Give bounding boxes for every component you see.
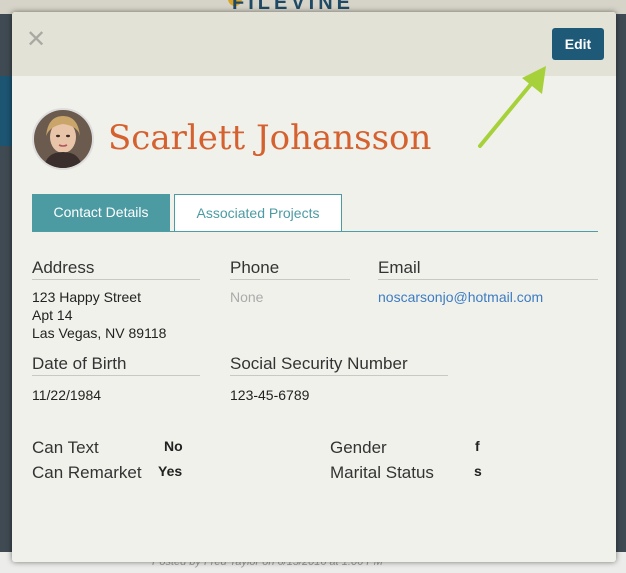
phone-value: None: [230, 289, 264, 305]
contact-modal: ✕ Edit Scarlett Johansson Contact Detail…: [12, 12, 616, 562]
tab-contact-details[interactable]: Contact Details: [32, 194, 170, 231]
email-link[interactable]: noscarsonjo@hotmail.com: [378, 288, 543, 306]
phone-label: Phone: [230, 258, 350, 280]
email-label: Email: [378, 258, 598, 280]
ssn-value: 123-45-6789: [230, 387, 310, 403]
can-text-value: No: [164, 438, 183, 454]
address-line-1: 123 Happy Street: [32, 289, 141, 305]
close-icon[interactable]: ✕: [24, 28, 48, 52]
address-label: Address: [32, 258, 200, 280]
can-remarket-label: Can Remarket: [32, 463, 142, 482]
modal-header: [12, 12, 616, 76]
dob-value: 11/22/1984: [32, 387, 102, 403]
gender-label: Gender: [330, 438, 387, 457]
can-remarket-value: Yes: [158, 463, 183, 479]
avatar: [32, 108, 94, 170]
marital-status-label: Marital Status: [330, 463, 434, 482]
marital-status-value: s: [474, 463, 482, 479]
can-text-label: Can Text: [32, 438, 99, 457]
dob-label: Date of Birth: [32, 354, 200, 376]
gender-value: f: [475, 438, 480, 454]
tab-associated-projects[interactable]: Associated Projects: [174, 194, 342, 231]
ssn-label: Social Security Number: [230, 354, 448, 376]
tab-bar: Contact Details Associated Projects: [32, 194, 598, 232]
edit-button[interactable]: Edit: [552, 28, 604, 60]
contact-name: Scarlett Johansson: [108, 118, 432, 158]
address-line-2: Apt 14: [32, 307, 73, 323]
address-line-3: Las Vegas, NV 89118: [32, 325, 167, 341]
